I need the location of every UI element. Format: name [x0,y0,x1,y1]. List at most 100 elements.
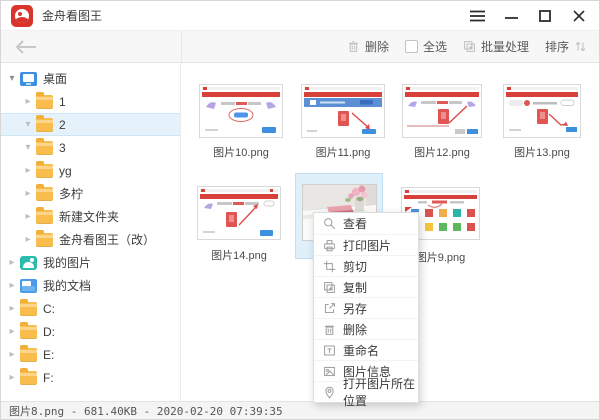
sidebar-item-drive-e[interactable]: ▸ E: [1,343,180,366]
folder-icon [20,302,37,316]
main-body: ▾ 桌面 ▸ 1 ▾ 2 ▾ 3 ▸ yg ▸ 多柠 [1,63,599,403]
rename-icon [323,344,336,357]
context-menu-item-print[interactable]: 打印图片 [314,234,418,255]
thumbnail-grid: 图片10.png 图片11.png 图片12.png 图片13.png 图片14… [181,63,599,403]
sidebar-item-duoning[interactable]: ▸ 多柠 [1,182,180,205]
chevron-right-icon[interactable]: ▸ [6,349,18,360]
chevron-down-icon[interactable]: ▾ [22,142,34,153]
thumbnail-pic10[interactable] [199,84,283,138]
folder-icon [36,95,53,109]
chevron-right-icon[interactable]: ▸ [6,280,18,291]
context-menu-item-delete[interactable]: 删除 [314,318,418,339]
thumbnail-image [504,85,580,137]
delete-button[interactable]: 删除 [347,38,389,55]
sidebar-item-1[interactable]: ▸ 1 [1,90,180,113]
thumbnail-image [198,187,280,239]
sidebar-item-desktop[interactable]: ▾ 桌面 [1,67,180,90]
sort-button[interactable]: 排序 [545,38,587,55]
toolbar: 删除 全选 批量处理 排序 [1,31,599,63]
chevron-right-icon[interactable]: ▸ [22,165,34,176]
sidebar-item-my-pictures[interactable]: ▸ 我的图片 [1,251,180,274]
chevron-right-icon[interactable]: ▸ [22,188,34,199]
tree-label: 我的文档 [43,277,91,294]
trash-icon [323,323,336,336]
select-all-button[interactable]: 全选 [405,38,447,55]
thumbnail-pic13[interactable] [503,84,581,138]
chevron-right-icon[interactable]: ▸ [6,372,18,383]
tree-label: 多柠 [59,185,83,202]
back-button[interactable] [15,40,37,54]
tree-label: 新建文件夹 [59,208,119,225]
thumbnail-pic12[interactable] [402,84,482,138]
sidebar-item-my-documents[interactable]: ▸ 我的文档 [1,274,180,297]
batch-process-button[interactable]: 批量处理 [463,38,529,55]
folder-icon [36,233,53,247]
context-menu-item-open-location[interactable]: 打开图片所在位置 [314,381,418,402]
sort-icon [574,40,587,53]
folder-icon [20,348,37,362]
copy-icon [323,281,336,294]
maximize-icon[interactable] [535,6,555,26]
menu-icon[interactable] [467,6,487,26]
sidebar-item-drive-c[interactable]: ▸ C: [1,297,180,320]
chevron-right-icon[interactable]: ▸ [22,211,34,222]
folder-icon [36,141,53,155]
thumbnail-pic11[interactable] [301,84,385,138]
file-name: 图片10.png [199,144,283,160]
tree-label: 2 [59,118,66,132]
sidebar-item-yg[interactable]: ▸ yg [1,159,180,182]
window-controls [467,6,589,26]
menu-item-label: 重命名 [343,342,379,359]
app-title: 金舟看图王 [42,7,102,24]
folder-icon [36,118,53,132]
pictures-icon [20,256,37,270]
tree-label: E: [43,348,54,362]
chevron-right-icon[interactable]: ▸ [6,303,18,314]
desktop-icon [20,72,37,86]
menu-item-label: 复制 [343,279,367,296]
sidebar-item-3[interactable]: ▾ 3 [1,136,180,159]
close-icon[interactable] [569,6,589,26]
thumbnail-image [200,85,282,137]
context-menu-item-view[interactable]: 查看 [314,213,418,234]
sidebar-item-app-folder[interactable]: ▸ 金舟看图王（改） [1,228,180,251]
thumbnail-pic14[interactable] [197,186,281,240]
menu-item-label: 查看 [343,215,367,232]
batch-icon [463,40,476,53]
trash-icon [347,40,360,53]
menu-item-label: 打开图片所在位置 [343,375,418,409]
sidebar-item-2-selected[interactable]: ▾ 2 [1,113,180,136]
sort-label: 排序 [545,38,569,55]
toolbar-actions: 删除 全选 批量处理 排序 [347,38,599,55]
magnifier-icon [323,217,336,230]
context-menu-item-cut[interactable]: 剪切 [314,255,418,276]
tree-label: 我的图片 [43,254,91,271]
status-text: 图片8.png - 681.40KB - 2020-02-20 07:39:35 [9,403,283,419]
app-logo-dot [18,12,22,16]
file-name: 图片14.png [197,247,281,263]
chevron-down-icon[interactable]: ▾ [6,73,18,84]
folder-icon [36,187,53,201]
thumbnail-image [403,85,481,137]
title-bar: 金舟看图王 [1,1,599,31]
sidebar-item-drive-d[interactable]: ▸ D: [1,320,180,343]
documents-icon [20,279,37,293]
sidebar-item-new-folder[interactable]: ▸ 新建文件夹 [1,205,180,228]
select-all-checkbox[interactable] [405,40,418,53]
save-as-icon [323,302,336,315]
chevron-right-icon[interactable]: ▸ [6,257,18,268]
chevron-right-icon[interactable]: ▸ [6,326,18,337]
folder-icon [20,325,37,339]
chevron-down-icon[interactable]: ▾ [22,119,34,130]
context-menu-item-save-as[interactable]: 另存 [314,297,418,318]
chevron-right-icon[interactable]: ▸ [22,96,34,107]
chevron-right-icon[interactable]: ▸ [22,234,34,245]
context-menu-item-copy[interactable]: 复制 [314,276,418,297]
file-name: 图片12.png [402,144,482,160]
context-menu-item-rename[interactable]: 重命名 [314,339,418,360]
sidebar-item-drive-f[interactable]: ▸ F: [1,366,180,389]
location-icon [323,386,336,399]
cut-icon [323,260,336,273]
minimize-icon[interactable] [501,6,521,26]
menu-item-label: 打印图片 [343,237,391,254]
